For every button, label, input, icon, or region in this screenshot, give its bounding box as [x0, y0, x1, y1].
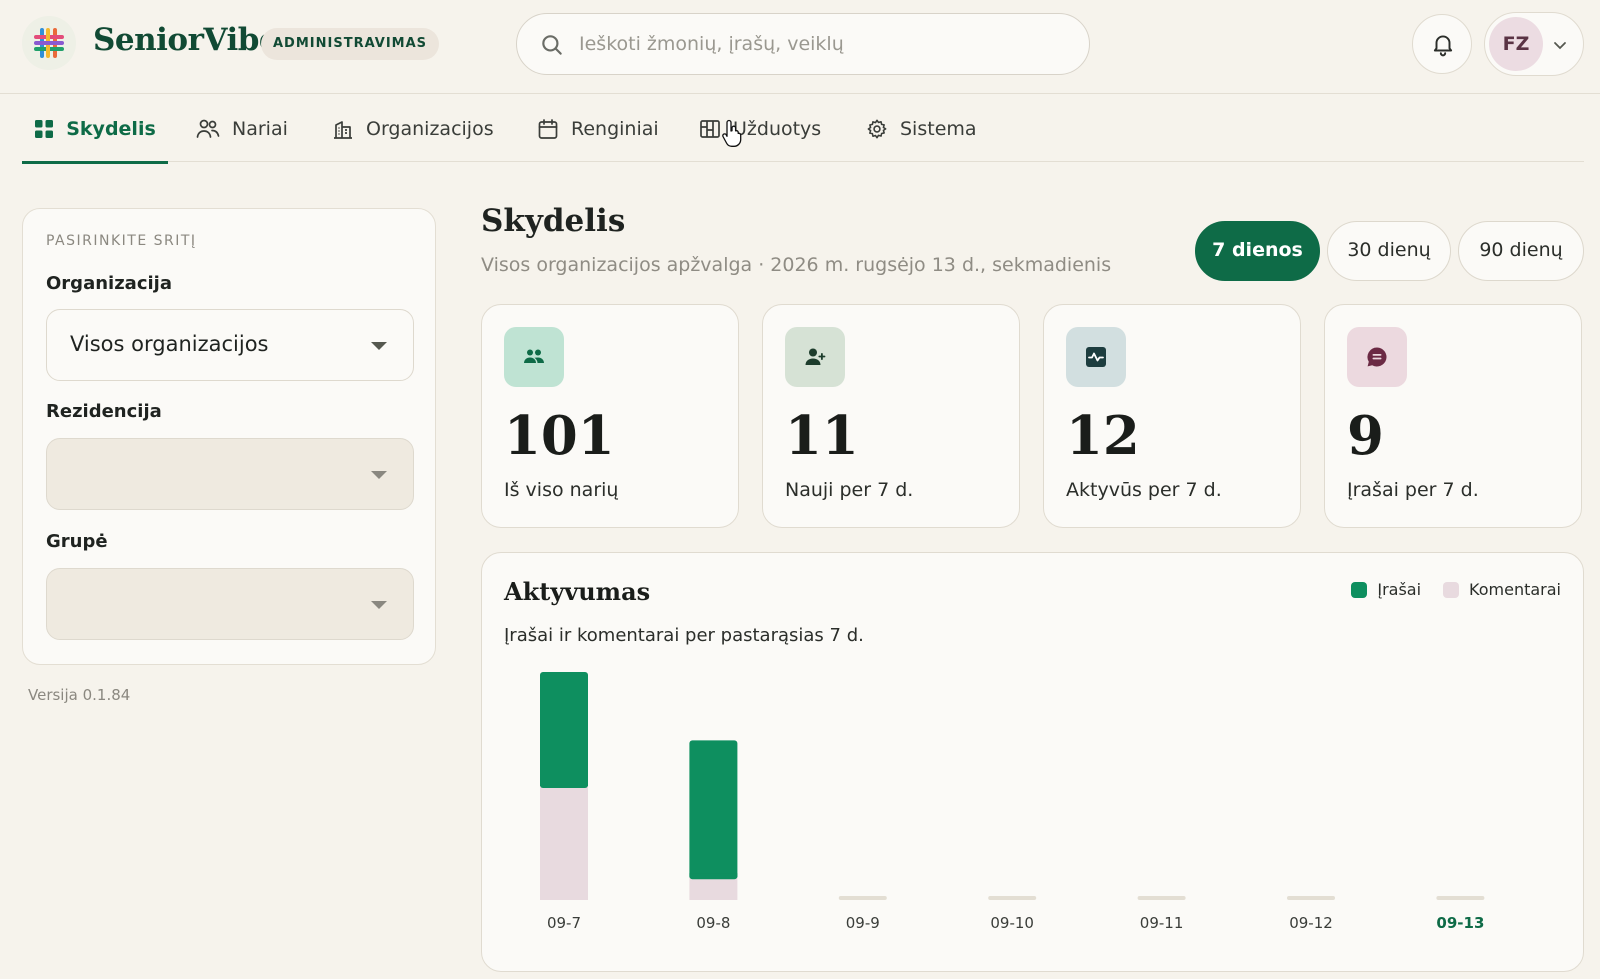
chart-bar-posts [540, 672, 588, 788]
tab-label: Renginiai [571, 118, 659, 140]
x-tick-label: 09-12 [1289, 914, 1333, 932]
tab-sistema[interactable]: Sistema [866, 96, 977, 162]
caret-down-icon [371, 471, 387, 479]
avatar: FZ [1489, 17, 1543, 71]
search-bar[interactable] [516, 13, 1090, 75]
stat-value: 12 [1066, 405, 1140, 467]
top-header: SeniorVibe ADMINISTRAVIMAS FZ [0, 0, 1600, 94]
x-tick-label: 09-7 [547, 914, 581, 932]
stat-card-new-members: 11 Nauji per 7 d. [762, 304, 1020, 528]
legend-label: Komentarai [1469, 580, 1561, 599]
activity-icon [1066, 327, 1126, 387]
range-90-days-button[interactable]: 90 dienų [1458, 221, 1584, 281]
stat-label: Nauji per 7 d. [785, 479, 914, 501]
organization-select-value: Visos organizacijos [70, 332, 269, 356]
chart-bar-empty [1436, 896, 1485, 900]
tab-label: Skydelis [66, 118, 156, 140]
activity-chart: 09-7 09-8 09-9 09-10 09-11 09-12 09-13 [540, 672, 1485, 932]
tab-nariai[interactable]: Nariai [196, 96, 288, 162]
tab-uzduotys[interactable]: Užduotys [699, 96, 821, 162]
page-title: Skydelis [481, 203, 626, 239]
scope-sidebar: PASIRINKITE SRITĮ Organizacija Visos org… [22, 208, 436, 665]
building-icon [334, 121, 352, 139]
chart-bar-empty [838, 896, 887, 900]
tab-label: Nariai [232, 118, 288, 140]
message-icon [1347, 327, 1407, 387]
chart-bar-empty [988, 896, 1037, 900]
chart-bar-posts-base [540, 782, 588, 786]
tab-organizacijos[interactable]: Organizacijos [332, 96, 494, 162]
legend-item-posts: Įrašai [1351, 580, 1421, 599]
chart-legend: Įrašai Komentarai [1329, 580, 1561, 599]
group-select[interactable] [46, 568, 414, 640]
hand-cursor-icon [722, 119, 742, 147]
stat-value: 101 [504, 405, 615, 467]
tab-label: Užduotys [733, 118, 822, 140]
x-tick-label: 09-13 [1436, 914, 1484, 932]
tab-label: Organizacijos [366, 118, 494, 140]
caret-down-icon [371, 601, 387, 609]
search-input[interactable] [579, 26, 1059, 62]
chart-bar-comments [689, 877, 738, 900]
admin-badge: ADMINISTRAVIMAS [261, 28, 440, 60]
grid-icon [35, 120, 54, 138]
app-version: Versija 0.1.84 [28, 686, 131, 704]
logo-icon [22, 16, 76, 70]
legend-swatch [1443, 581, 1460, 598]
page-subtitle: Visos organizacijos apžvalga · 2026 m. r… [481, 254, 1112, 276]
chart-bar-empty [1287, 896, 1335, 900]
main-nav: Skydelis Nariai Organizacijos Renginiai … [22, 96, 1584, 164]
x-tick-label: 09-9 [846, 914, 880, 932]
notifications-button[interactable] [1412, 14, 1472, 74]
brand-name[interactable]: SeniorVibe [93, 22, 279, 58]
chart-bar-posts [689, 740, 738, 880]
chart-title: Aktyvumas [504, 577, 651, 606]
organization-label: Organizacija [46, 273, 172, 294]
range-30-days-button[interactable]: 30 dienų [1327, 221, 1451, 281]
x-tick-label: 09-8 [696, 914, 730, 932]
user-plus-icon [785, 327, 845, 387]
stat-card-posts: 9 Įrašai per 7 d. [1324, 304, 1582, 528]
chart-bar-comments [540, 786, 588, 900]
stat-label: Aktyvūs per 7 d. [1066, 479, 1222, 501]
range-7-days-button[interactable]: 7 dienos [1195, 221, 1320, 281]
tab-skydelis[interactable]: Skydelis [22, 96, 168, 164]
caret-down-icon [371, 342, 387, 350]
legend-item-comments: Komentarai [1443, 580, 1561, 599]
residence-label: Rezidencija [46, 401, 162, 422]
chevron-down-icon [1554, 42, 1566, 50]
stat-card-total-members: 101 Iš viso narių [481, 304, 739, 528]
chart-bar-empty [1137, 896, 1186, 900]
tab-label: Sistema [900, 118, 977, 140]
gear-icon [867, 119, 887, 139]
calendar-icon [538, 119, 558, 139]
bell-icon [1433, 35, 1453, 57]
stat-value: 9 [1347, 405, 1384, 467]
activity-chart-card: 09-7 09-8 09-9 09-10 09-11 09-12 09-13 Aktyvum… [481, 552, 1584, 972]
users-icon [196, 119, 220, 138]
kanban-icon [700, 120, 720, 138]
stat-label: Įrašai per 7 d. [1347, 479, 1479, 501]
sidebar-title: PASIRINKITE SRITĮ [46, 233, 197, 249]
legend-label: Įrašai [1377, 580, 1422, 599]
tab-renginiai[interactable]: Renginiai [537, 96, 659, 162]
stat-value: 11 [785, 405, 859, 467]
group-label: Grupė [46, 531, 108, 552]
x-tick-label: 09-11 [1140, 914, 1184, 932]
stat-label: Iš viso narių [504, 479, 619, 501]
user-menu-button[interactable]: FZ [1484, 12, 1584, 76]
chart-subtitle: Įrašai ir komentarai per pastarąsias 7 d… [504, 625, 864, 646]
residence-select[interactable] [46, 438, 414, 510]
members-icon [504, 327, 564, 387]
legend-swatch [1351, 581, 1368, 598]
organization-select[interactable]: Visos organizacijos [46, 309, 414, 381]
chart-bar-posts-base [689, 873, 738, 878]
stat-card-active-members: 12 Aktyvūs per 7 d. [1043, 304, 1301, 528]
search-icon [542, 35, 562, 55]
x-tick-label: 09-10 [990, 914, 1034, 932]
